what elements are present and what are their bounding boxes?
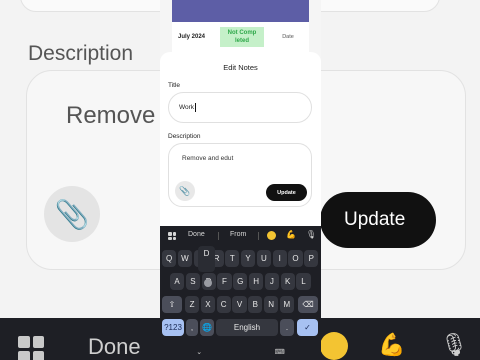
suggestion-done[interactable]: Done [188, 231, 205, 238]
symbols-key[interactable]: ?123 [162, 319, 184, 336]
key-t[interactable]: T [225, 250, 240, 267]
space-bar[interactable]: English [216, 319, 278, 336]
key-n[interactable]: N [264, 296, 279, 313]
key-q[interactable]: Q [162, 250, 177, 267]
key-o[interactable]: O [288, 250, 303, 267]
key-a[interactable]: A [170, 273, 185, 290]
description-label: Description [168, 133, 201, 140]
key-j[interactable]: J [264, 273, 279, 290]
title-input[interactable]: Work [168, 92, 312, 123]
nav-down-icon[interactable]: ⌄ [196, 348, 202, 356]
bg-emoji-face-icon [320, 332, 348, 360]
description-input[interactable]: Remove and edut 📎 Update [168, 143, 312, 207]
status-badge: Not Comp leted [220, 27, 264, 47]
bg-apps-grid-icon [18, 336, 44, 360]
bg-paperclip-icon: 📎 [44, 186, 100, 242]
title-label: Title [168, 82, 181, 89]
row-date: July 2024 [178, 34, 206, 40]
phone-screen: July 2024 Not Comp leted Date Edit Notes… [160, 0, 321, 360]
key-l[interactable]: L [296, 273, 311, 290]
bg-done-suggestion: Done [88, 334, 141, 359]
key-p[interactable]: P [304, 250, 319, 267]
key-y[interactable]: Y [241, 250, 256, 267]
keyboard-suggestion-bar: Done From 💪 🎙 [160, 226, 321, 246]
table-row[interactable]: July 2024 Not Comp leted Date [172, 22, 309, 52]
table-header [172, 0, 309, 22]
backspace-key[interactable]: ⌫ [298, 296, 318, 313]
title-input-value: Work [179, 104, 195, 111]
microphone-icon[interactable]: 🎙 [306, 230, 316, 239]
soft-keyboard: Done From 💪 🎙 QWERTYUIOPASDFGHJKL⇧ZXCVBN… [160, 226, 321, 360]
key-w[interactable]: W [177, 250, 192, 267]
bg-update-button: Update [320, 192, 436, 248]
edit-notes-sheet: Edit Notes Title Work Description Remove… [160, 52, 321, 226]
shift-key[interactable]: ⇧ [162, 296, 182, 313]
enter-check-key[interactable]: ✓ [297, 319, 318, 336]
key-k[interactable]: K [280, 273, 295, 290]
bg-emoji-muscle-icon: 💪 [378, 332, 406, 357]
key-s[interactable]: S [185, 273, 200, 290]
comma-key[interactable]: , [186, 319, 198, 336]
row-date-column: Date [282, 34, 294, 40]
bg-description-preview: Remove [66, 102, 156, 129]
text-caret [195, 103, 197, 112]
apps-grid-icon[interactable] [168, 232, 176, 240]
key-f[interactable]: F [217, 273, 232, 290]
bg-description-label: Description [28, 42, 134, 65]
suggestion-from[interactable]: From [230, 231, 246, 238]
key-g[interactable]: G [233, 273, 248, 290]
key-i[interactable]: I [272, 250, 287, 267]
suggestion-divider [258, 232, 259, 240]
attach-paperclip-icon[interactable]: 📎 [175, 181, 195, 201]
key-c[interactable]: C [216, 296, 231, 313]
bg-mic-icon: 🎙 [440, 332, 468, 357]
key-b[interactable]: B [248, 296, 263, 313]
globe-icon[interactable]: 🌐 [200, 319, 214, 336]
system-nav-bar: ⌄ ⌨ [160, 344, 321, 360]
key-v[interactable]: V [232, 296, 247, 313]
key-popup-preview: D [198, 246, 215, 272]
suggestion-divider [218, 232, 219, 240]
emoji-muscle-icon[interactable]: 💪 [286, 230, 296, 239]
nav-keyboard-icon[interactable]: ⌨ [275, 348, 285, 356]
emoji-face-icon[interactable] [267, 231, 276, 240]
key-m[interactable]: M [279, 296, 294, 313]
key-x[interactable]: X [200, 296, 215, 313]
key-h[interactable]: H [249, 273, 264, 290]
description-input-value: Remove and edut [182, 155, 234, 162]
key-u[interactable]: U [256, 250, 271, 267]
period-key[interactable]: . [280, 319, 294, 336]
sheet-title: Edit Notes [223, 63, 258, 72]
update-button[interactable]: Update [266, 184, 307, 201]
touch-indicator [204, 279, 212, 287]
key-z[interactable]: Z [185, 296, 200, 313]
